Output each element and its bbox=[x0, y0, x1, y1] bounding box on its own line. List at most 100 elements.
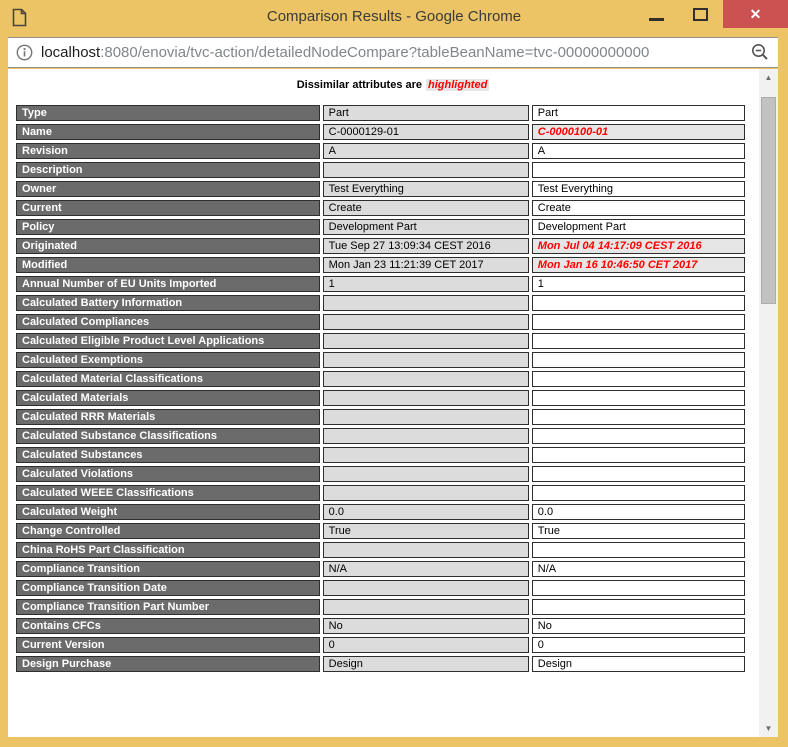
attribute-name-cell: Calculated Compliances bbox=[16, 314, 320, 330]
right-value-cell: 0.0 bbox=[532, 504, 745, 520]
table-row: Compliance Transition Part Number bbox=[16, 599, 745, 615]
right-value-cell bbox=[532, 314, 745, 330]
left-value-cell bbox=[323, 371, 529, 387]
minimize-button[interactable] bbox=[635, 0, 679, 30]
scroll-up-button[interactable]: ▲ bbox=[759, 69, 778, 86]
table-row: Calculated WEEE Classifications bbox=[16, 485, 745, 501]
table-row: Current Version 0 0 bbox=[16, 637, 745, 653]
banner-text: Dissimilar attributes are bbox=[297, 79, 422, 91]
left-value-cell bbox=[323, 295, 529, 311]
info-icon[interactable] bbox=[16, 44, 33, 61]
table-row: Calculated Weight 0.0 0.0 bbox=[16, 504, 745, 520]
right-value-cell bbox=[532, 390, 745, 406]
right-value-cell: Development Part bbox=[532, 219, 745, 235]
table-row: Calculated Battery Information bbox=[16, 295, 745, 311]
comparison-table-body: Type Part Part Name C-0000129-01 C-00001… bbox=[16, 105, 745, 672]
left-value-cell bbox=[323, 466, 529, 482]
right-value-cell bbox=[532, 162, 745, 178]
table-row: Modified Mon Jan 23 11:21:39 CET 2017 Mo… bbox=[16, 257, 745, 273]
attribute-name-cell: Compliance Transition bbox=[16, 561, 320, 577]
attribute-name-cell: Calculated Substances bbox=[16, 447, 320, 463]
attribute-name-cell: Calculated Weight bbox=[16, 504, 320, 520]
left-value-cell bbox=[323, 542, 529, 558]
title-bar[interactable]: Comparison Results - Google Chrome ✕ bbox=[0, 0, 788, 37]
address-bar[interactable]: localhost:8080/enovia/tvc-action/detaile… bbox=[8, 37, 778, 68]
window-controls: ✕ bbox=[635, 0, 788, 30]
right-value-cell: Design bbox=[532, 656, 745, 672]
left-value-cell bbox=[323, 352, 529, 368]
right-value-cell bbox=[532, 371, 745, 387]
table-row: Description bbox=[16, 162, 745, 178]
url-text[interactable]: localhost:8080/enovia/tvc-action/detaile… bbox=[41, 44, 747, 61]
attribute-name-cell: Owner bbox=[16, 181, 320, 197]
right-value-cell: C-0000100-01 bbox=[532, 124, 745, 140]
attribute-name-cell: Calculated Substance Classifications bbox=[16, 428, 320, 444]
close-button[interactable]: ✕ bbox=[723, 0, 788, 28]
attribute-name-cell: Calculated RRR Materials bbox=[16, 409, 320, 425]
left-value-cell bbox=[323, 162, 529, 178]
table-row: Calculated Materials bbox=[16, 390, 745, 406]
left-value-cell: Design bbox=[323, 656, 529, 672]
attribute-name-cell: Calculated Violations bbox=[16, 466, 320, 482]
attribute-name-cell: Calculated Material Classifications bbox=[16, 371, 320, 387]
table-row: Design Purchase Design Design bbox=[16, 656, 745, 672]
left-value-cell: A bbox=[323, 143, 529, 159]
banner: Dissimilar attributes are highlighted bbox=[8, 79, 778, 91]
attribute-name-cell: China RoHS Part Classification bbox=[16, 542, 320, 558]
page-content: Dissimilar attributes are highlighted Typ… bbox=[8, 69, 778, 737]
attribute-name-cell: Name bbox=[16, 124, 320, 140]
zoom-out-icon[interactable] bbox=[751, 43, 770, 62]
left-value-cell: Test Everything bbox=[323, 181, 529, 197]
attribute-name-cell: Modified bbox=[16, 257, 320, 273]
right-value-cell: True bbox=[532, 523, 745, 539]
attribute-name-cell: Calculated Exemptions bbox=[16, 352, 320, 368]
attribute-name-cell: Compliance Transition Part Number bbox=[16, 599, 320, 615]
banner-highlight-sample: highlighted bbox=[426, 79, 489, 91]
attribute-name-cell: Calculated Eligible Product Level Applic… bbox=[16, 333, 320, 349]
right-value-cell: 0 bbox=[532, 637, 745, 653]
scroll-down-button[interactable]: ▼ bbox=[759, 720, 778, 737]
right-value-cell bbox=[532, 409, 745, 425]
table-row: Annual Number of EU Units Imported 1 1 bbox=[16, 276, 745, 292]
attribute-name-cell: Revision bbox=[16, 143, 320, 159]
left-value-cell bbox=[323, 390, 529, 406]
left-value-cell bbox=[323, 599, 529, 615]
vertical-scrollbar[interactable]: ▲ ▼ bbox=[759, 69, 778, 737]
left-value-cell: No bbox=[323, 618, 529, 634]
comparison-table: Type Part Part Name C-0000129-01 C-00001… bbox=[13, 102, 748, 675]
left-value-cell bbox=[323, 447, 529, 463]
left-value-cell: 1 bbox=[323, 276, 529, 292]
right-value-cell: Create bbox=[532, 200, 745, 216]
scrollbar-thumb[interactable] bbox=[761, 97, 776, 304]
table-row: Calculated Violations bbox=[16, 466, 745, 482]
table-row: Change Controlled True True bbox=[16, 523, 745, 539]
left-value-cell: Mon Jan 23 11:21:39 CET 2017 bbox=[323, 257, 529, 273]
attribute-name-cell: Current bbox=[16, 200, 320, 216]
left-value-cell: Create bbox=[323, 200, 529, 216]
right-value-cell bbox=[532, 466, 745, 482]
right-value-cell: Part bbox=[532, 105, 745, 121]
table-row: Revision A A bbox=[16, 143, 745, 159]
right-value-cell bbox=[532, 580, 745, 596]
left-value-cell: Tue Sep 27 13:09:34 CEST 2016 bbox=[323, 238, 529, 254]
attribute-name-cell: Design Purchase bbox=[16, 656, 320, 672]
left-value-cell: N/A bbox=[323, 561, 529, 577]
left-value-cell bbox=[323, 580, 529, 596]
right-value-cell bbox=[532, 599, 745, 615]
table-row: Calculated Eligible Product Level Applic… bbox=[16, 333, 745, 349]
table-row: Policy Development Part Development Part bbox=[16, 219, 745, 235]
table-row: Current Create Create bbox=[16, 200, 745, 216]
table-row: Calculated Compliances bbox=[16, 314, 745, 330]
attribute-name-cell: Originated bbox=[16, 238, 320, 254]
attribute-name-cell: Calculated Materials bbox=[16, 390, 320, 406]
left-value-cell: Part bbox=[323, 105, 529, 121]
left-value-cell: 0 bbox=[323, 637, 529, 653]
left-value-cell bbox=[323, 333, 529, 349]
attribute-name-cell: Compliance Transition Date bbox=[16, 580, 320, 596]
right-value-cell bbox=[532, 352, 745, 368]
maximize-button[interactable] bbox=[679, 0, 723, 30]
close-icon: ✕ bbox=[750, 6, 762, 23]
table-row: Contains CFCs No No bbox=[16, 618, 745, 634]
table-row: Compliance Transition Date bbox=[16, 580, 745, 596]
attribute-name-cell: Type bbox=[16, 105, 320, 121]
